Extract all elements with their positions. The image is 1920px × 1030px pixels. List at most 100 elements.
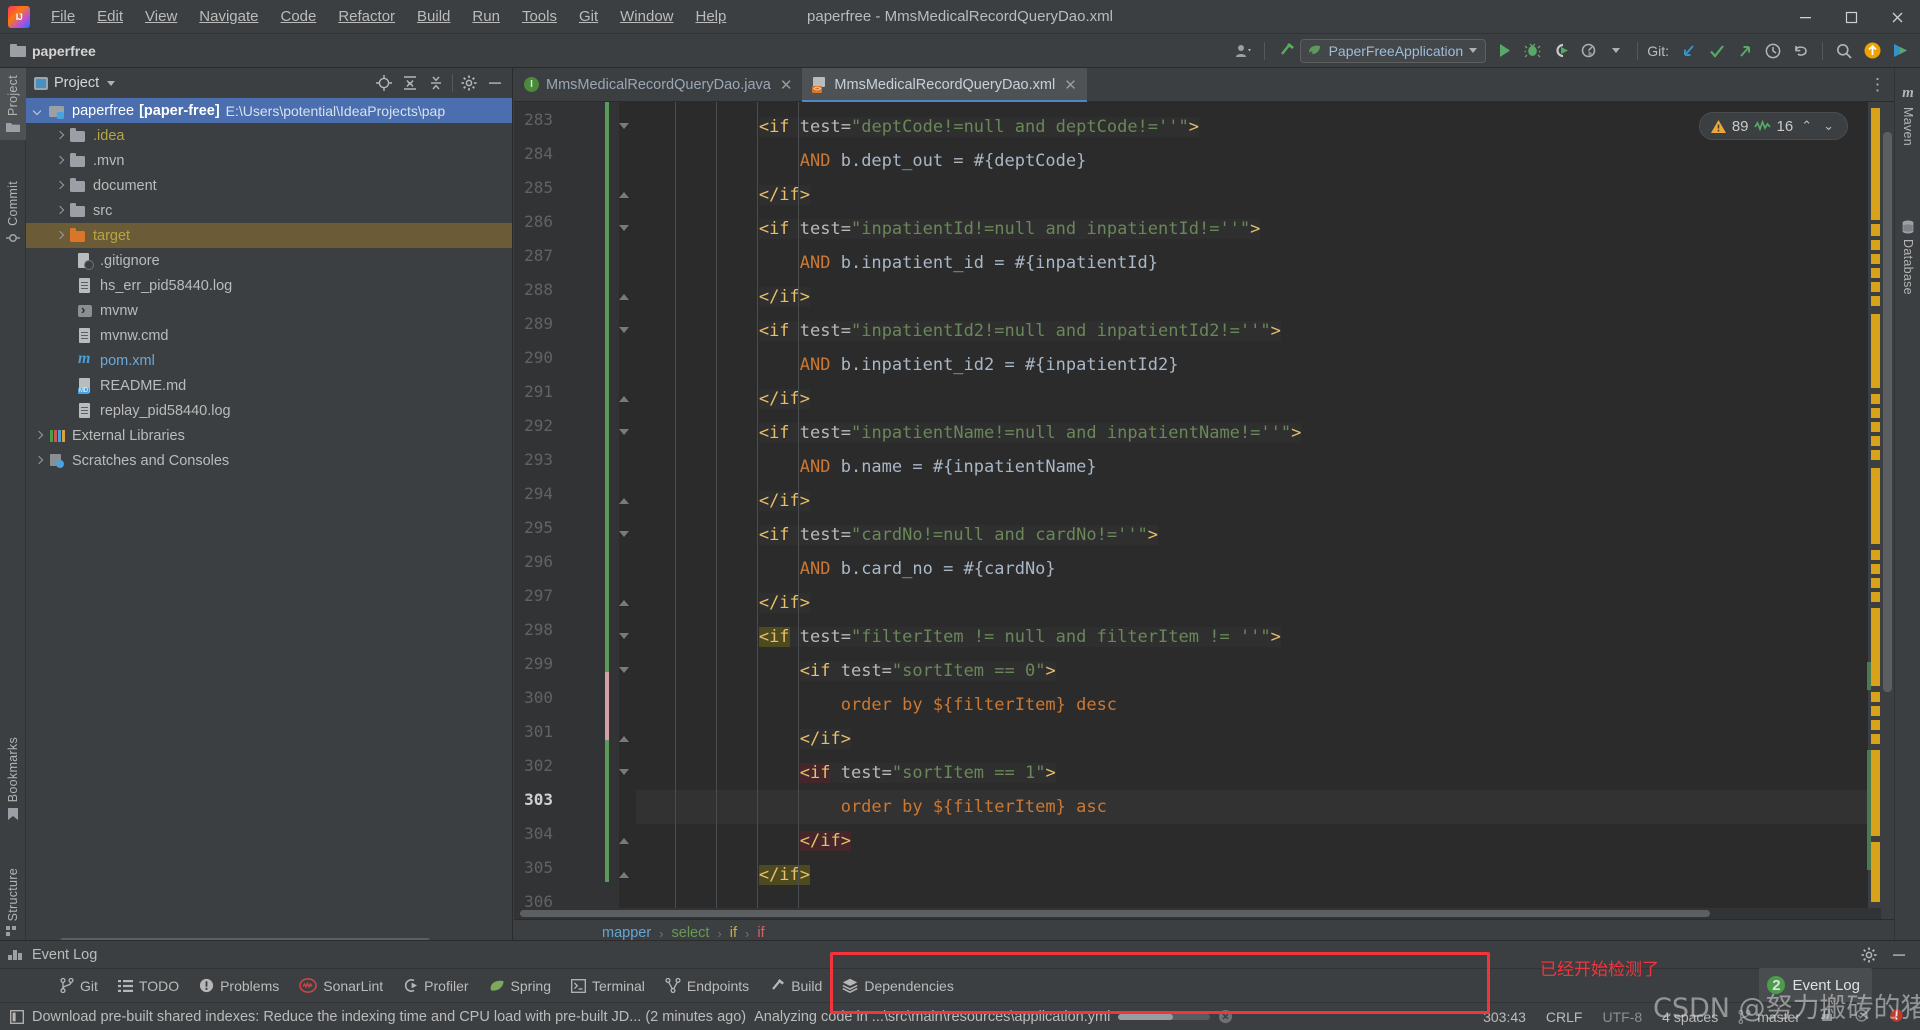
tool-button-build[interactable]: Build [759,969,832,1003]
fold-region-start-icon[interactable] [618,768,631,777]
build-hammer-icon[interactable] [1272,38,1300,64]
code-line[interactable]: order by ${filterItem} asc [636,790,1894,824]
fold-region-start-icon[interactable] [618,530,631,539]
code-line[interactable]: <if test="sortItem == 0"> [636,654,1894,688]
error-stripe-warning-mark[interactable] [1871,268,1880,278]
tool-button-endpoints[interactable]: Endpoints [655,969,759,1003]
error-stripe-warning-mark[interactable] [1871,592,1880,602]
fold-region-end-icon[interactable] [618,292,631,301]
tree-node-mvnw[interactable]: mvnw [26,298,512,323]
notification-update-icon[interactable] [1858,38,1886,64]
error-stripe-warning-mark[interactable] [1871,750,1880,836]
menu-window[interactable]: Window [609,4,684,29]
error-stripe-marks[interactable] [1867,102,1881,919]
tree-node-readme[interactable]: README.md [26,373,512,398]
chevron-down-icon[interactable] [32,104,45,117]
error-stripe-warning-mark[interactable] [1871,394,1880,404]
menu-git[interactable]: Git [568,4,609,29]
tool-button-dependencies[interactable]: Dependencies [832,969,964,1003]
error-stripe-warning-mark[interactable] [1871,254,1880,264]
code-line[interactable]: </if> [636,586,1894,620]
breadcrumb-item-mapper[interactable]: mapper [602,925,651,941]
fold-region-end-icon[interactable] [618,870,631,879]
menu-edit[interactable]: Edit [86,4,134,29]
code-line[interactable]: AND b.card_no = #{cardNo} [636,552,1894,586]
code-line[interactable]: <if test="inpatientId2!=null and inpatie… [636,314,1894,348]
breadcrumb-item-if-inner[interactable]: if [757,925,764,941]
rollback-icon[interactable] [1787,38,1815,64]
previous-problem-icon[interactable]: ⌃ [1798,118,1815,134]
tool-button-sonarlint[interactable]: SonarLint [289,969,393,1003]
error-stripe-warning-mark[interactable] [1871,314,1880,388]
gear-icon[interactable] [1856,944,1882,966]
code-line[interactable]: order by ${filterItem} desc [636,688,1894,722]
menu-tools[interactable]: Tools [511,4,568,29]
sidebar-item-structure[interactable]: Structure [0,861,26,946]
code-line[interactable]: <if test="inpatientId!=null and inpatien… [636,212,1894,246]
chevron-right-icon[interactable] [32,429,45,442]
error-stripe-warning-mark[interactable] [1871,734,1880,744]
fold-region-end-icon[interactable] [618,394,631,403]
menu-help[interactable]: Help [685,4,738,29]
close-button[interactable] [1874,0,1920,34]
error-stripe-warning-mark[interactable] [1871,608,1880,686]
tool-button-problems[interactable]: Problems [189,969,289,1003]
error-stripe-warning-mark[interactable] [1871,720,1880,730]
menu-run[interactable]: Run [461,4,511,29]
fold-region-end-icon[interactable] [618,598,631,607]
scrollbar-thumb[interactable] [1883,132,1892,692]
menu-view[interactable]: View [134,4,188,29]
error-stripe-warning-mark[interactable] [1871,108,1880,220]
menu-build[interactable]: Build [406,4,461,29]
fold-region-start-icon[interactable] [618,122,631,131]
fold-region-start-icon[interactable] [618,224,631,233]
fold-region-start-icon[interactable] [618,326,631,335]
code-line[interactable]: </if> [636,382,1894,416]
chevron-right-icon[interactable] [53,154,66,167]
tool-button-profiler[interactable]: Profiler [393,969,478,1003]
project-tree[interactable]: paperfree [paper-free] E:\Users\potentia… [26,98,512,946]
tool-button-terminal[interactable]: Terminal [561,969,655,1003]
breadcrumb-item-if-outer[interactable]: if [730,925,737,941]
tool-button-git[interactable]: Git [50,969,108,1003]
error-stripe-warning-mark[interactable] [1871,422,1880,432]
commit-icon[interactable] [1703,38,1731,64]
debug-icon[interactable] [1518,38,1546,64]
run-with-coverage-icon[interactable] [1546,38,1574,64]
fold-region-end-icon[interactable] [618,836,631,845]
minimize-icon[interactable] [1886,944,1912,966]
update-project-icon[interactable] [1675,38,1703,64]
tree-node-paperfree[interactable]: paperfree [paper-free] E:\Users\potentia… [26,98,512,123]
tree-node-external-libraries[interactable]: External Libraries [26,423,512,448]
maximize-button[interactable] [1828,0,1874,34]
menu-navigate[interactable]: Navigate [188,4,269,29]
code-line[interactable]: </if> [636,484,1894,518]
run-icon[interactable] [1490,38,1518,64]
tree-node-document[interactable]: document [26,173,512,198]
close-icon[interactable]: ✕ [1064,76,1077,94]
fold-region-start-icon[interactable] [618,428,631,437]
code-line[interactable]: AND b.dept_out = #{deptCode} [636,144,1894,178]
status-bar-message[interactable]: Download pre-built shared indexes: Reduc… [32,1009,746,1025]
line-separator[interactable]: CRLF [1536,1009,1593,1025]
cancel-icon[interactable] [1218,1009,1233,1024]
menu-refactor[interactable]: Refactor [327,4,406,29]
file-encoding[interactable]: UTF-8 [1592,1009,1652,1025]
profile-icon[interactable] [1229,38,1257,64]
error-stripe-warning-mark[interactable] [1871,578,1880,588]
sidebar-item-commit[interactable]: Commit [0,174,26,252]
breadcrumb-item-select[interactable]: select [672,925,710,941]
caret-position[interactable]: 303:43 [1473,1009,1536,1025]
run-configuration-selector[interactable]: PaperFreeApplication [1299,38,1487,63]
error-stripe-warning-mark[interactable] [1871,240,1880,250]
error-stripe-warning-mark[interactable] [1871,468,1880,544]
editor-body[interactable]: 283 284 285 286 287 288 289 290 291 292 293 294 295 2… [514,102,1894,919]
sidebar-item-bookmarks[interactable]: Bookmarks [0,730,26,828]
tree-node-replay-log[interactable]: replay_pid58440.log [26,398,512,423]
ide-settings-icon[interactable] [10,1009,24,1024]
profiler-run-icon[interactable] [1574,38,1602,64]
chevron-right-icon[interactable] [53,229,66,242]
fold-region-start-icon[interactable] [618,666,631,675]
code-line[interactable]: </if> [636,824,1894,858]
error-stripe-warning-mark[interactable] [1871,408,1880,418]
